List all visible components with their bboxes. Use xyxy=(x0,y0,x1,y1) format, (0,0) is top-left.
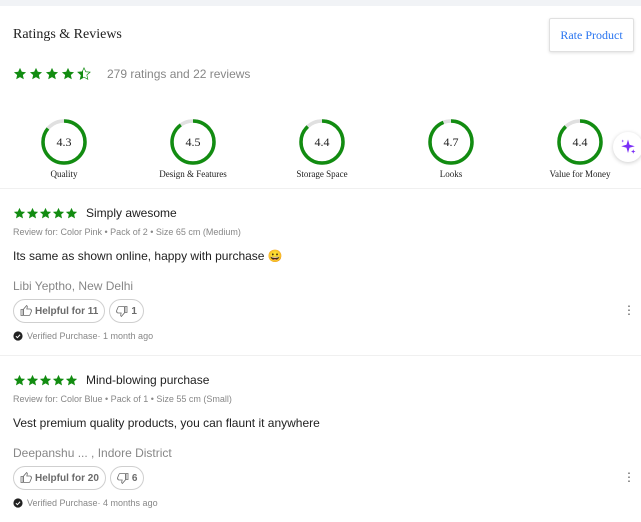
star-icon xyxy=(26,374,39,387)
star-icon xyxy=(39,207,52,220)
review-card: Simply awesome Review for: Color Pink • … xyxy=(13,205,635,341)
sparkle-icon[interactable] xyxy=(613,132,641,162)
rating-ring: 4.5 xyxy=(169,118,217,166)
metric-value: 4.7 xyxy=(443,134,459,149)
metric-value: 4.4 xyxy=(572,134,588,149)
helpful-button[interactable]: Helpful for 11 xyxy=(13,299,106,323)
review-author: Libi Yeptho, New Delhi xyxy=(13,279,134,293)
review-title: Simply awesome xyxy=(86,206,177,220)
verified-check-icon xyxy=(13,331,23,341)
review-actions: Helpful for 20 6 xyxy=(13,466,633,490)
star-icon xyxy=(45,67,59,81)
rating-ring: 4.3 xyxy=(40,118,88,166)
helpful-button[interactable]: Helpful for 20 xyxy=(13,466,106,490)
star-icon xyxy=(39,374,52,387)
unhelpful-count: 1 xyxy=(131,305,137,317)
thumbs-up-icon xyxy=(20,472,32,483)
star-icon xyxy=(26,207,39,220)
divider xyxy=(0,355,641,356)
unhelpful-button[interactable]: 6 xyxy=(109,466,145,490)
review-stars xyxy=(13,374,78,387)
helpful-count: Helpful for 11 xyxy=(35,305,99,317)
review-title: Mind-blowing purchase xyxy=(86,373,210,387)
rating-ring: 4.4 xyxy=(556,118,604,166)
verified-purchase: Verified Purchase· 4 months ago xyxy=(13,498,633,508)
star-icon xyxy=(52,374,65,387)
rating-metric: 4.3 Quality xyxy=(4,118,124,179)
star-icon xyxy=(13,374,26,387)
rating-metrics: 4.3 Quality 4.5 Design & Features 4.4 Storage… xyxy=(0,118,641,180)
thumbs-down-icon xyxy=(117,473,129,484)
verified-purchase: Verified Purchase· 1 month ago xyxy=(13,331,633,341)
review-actions: Helpful for 11 1 xyxy=(13,299,633,323)
thumbs-up-icon xyxy=(20,305,32,316)
helpful-count: Helpful for 20 xyxy=(35,472,99,484)
metric-label: Quality xyxy=(50,169,78,179)
rating-ring: 4.4 xyxy=(298,118,346,166)
thumbs-down-icon xyxy=(116,306,128,317)
star-icon xyxy=(52,207,65,220)
metric-value: 4.4 xyxy=(314,134,330,149)
star-icon xyxy=(77,67,91,81)
review-body: Vest premium quality products, you can f… xyxy=(13,416,320,430)
star-icon xyxy=(13,67,27,81)
star-icon xyxy=(65,207,78,220)
review-card: Mind-blowing purchase Review for: Color … xyxy=(13,372,635,508)
overall-rating: 279 ratings and 22 reviews xyxy=(13,67,250,81)
star-icon xyxy=(65,374,78,387)
rating-ring: 4.7 xyxy=(427,118,475,166)
rate-product-button[interactable]: Rate Product xyxy=(549,18,634,52)
verified-check-icon xyxy=(13,498,23,508)
ratings-count: 279 ratings and 22 reviews xyxy=(107,67,251,81)
review-header: Simply awesome xyxy=(13,205,633,221)
overall-stars xyxy=(13,67,93,81)
metric-label: Design & Features xyxy=(159,169,227,179)
metric-value: 4.3 xyxy=(56,134,72,149)
unhelpful-button[interactable]: 1 xyxy=(109,299,144,323)
star-icon xyxy=(61,67,75,81)
verified-text: Verified Purchase· 4 months ago xyxy=(27,498,158,508)
review-stars xyxy=(13,207,78,220)
review-body: Its same as shown online, happy with pur… xyxy=(13,249,283,263)
section-title: Ratings & Reviews xyxy=(13,27,122,42)
star-icon xyxy=(13,207,26,220)
rating-metric: 4.5 Design & Features xyxy=(133,118,253,179)
review-variant-meta: Review for: Color Pink • Pack of 2 • Siz… xyxy=(13,227,241,237)
top-divider-bar xyxy=(0,0,641,6)
more-vertical-icon[interactable]: ⋮ xyxy=(623,470,635,484)
review-author: Deepanshu ... , Indore District xyxy=(13,446,172,460)
more-vertical-icon[interactable]: ⋮ xyxy=(623,303,635,317)
star-icon xyxy=(29,67,43,81)
metric-label: Value for Money xyxy=(549,169,611,179)
review-header: Mind-blowing purchase xyxy=(13,372,633,388)
divider xyxy=(0,188,641,189)
review-variant-meta: Review for: Color Blue • Pack of 1 • Siz… xyxy=(13,394,232,404)
unhelpful-count: 6 xyxy=(131,472,138,484)
verified-text: Verified Purchase· 1 month ago xyxy=(27,331,154,341)
rating-metric: 4.7 Looks xyxy=(391,118,511,179)
metric-value: 4.5 xyxy=(185,134,201,149)
metric-label: Storage Space xyxy=(296,169,348,179)
metric-label: Looks xyxy=(439,169,463,179)
rating-metric: 4.4 Storage Space xyxy=(262,118,382,179)
